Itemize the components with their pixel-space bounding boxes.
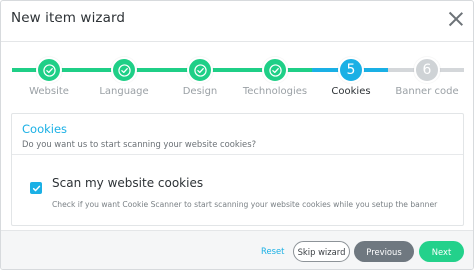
reset-link[interactable]: Reset: [261, 246, 284, 256]
skip-wizard-button[interactable]: Skip wizard: [293, 241, 350, 262]
wizard-dialog: New item wizard Website Language Design: [0, 0, 474, 270]
dialog-footer: Reset Skip wizard Previous Next: [1, 230, 473, 269]
scan-cookies-help: Check if you want Cookie Scanner to star…: [52, 200, 438, 209]
panel-header: Cookies Do you want us to start scanning…: [12, 114, 463, 155]
scan-cookies-checkbox[interactable]: [30, 182, 42, 194]
wizard-content: Cookies Do you want us to start scanning…: [1, 105, 473, 230]
step-number: 5: [338, 57, 364, 83]
dialog-header: New item wizard: [1, 1, 473, 42]
checkmark-icon: [32, 185, 40, 191]
check-icon: [36, 57, 62, 83]
close-icon[interactable]: [446, 9, 466, 29]
check-icon: [262, 57, 288, 83]
previous-button[interactable]: Previous: [354, 241, 414, 262]
dialog-title: New item wizard: [11, 10, 126, 26]
next-button[interactable]: Next: [419, 241, 464, 262]
step-banner-code[interactable]: 6 Banner code: [377, 42, 473, 105]
section-title: Cookies: [22, 122, 68, 136]
step-number: 6: [414, 57, 440, 83]
cookies-panel: Cookies Do you want us to start scanning…: [11, 113, 464, 226]
wizard-stepper: Website Language Design Technologies 5 C…: [1, 42, 473, 105]
scan-cookies-label[interactable]: Scan my website cookies: [52, 176, 203, 190]
check-icon: [187, 57, 213, 83]
step-label: Banner code: [395, 86, 459, 97]
section-description: Do you want us to start scanning your we…: [22, 139, 257, 149]
check-icon: [111, 57, 137, 83]
